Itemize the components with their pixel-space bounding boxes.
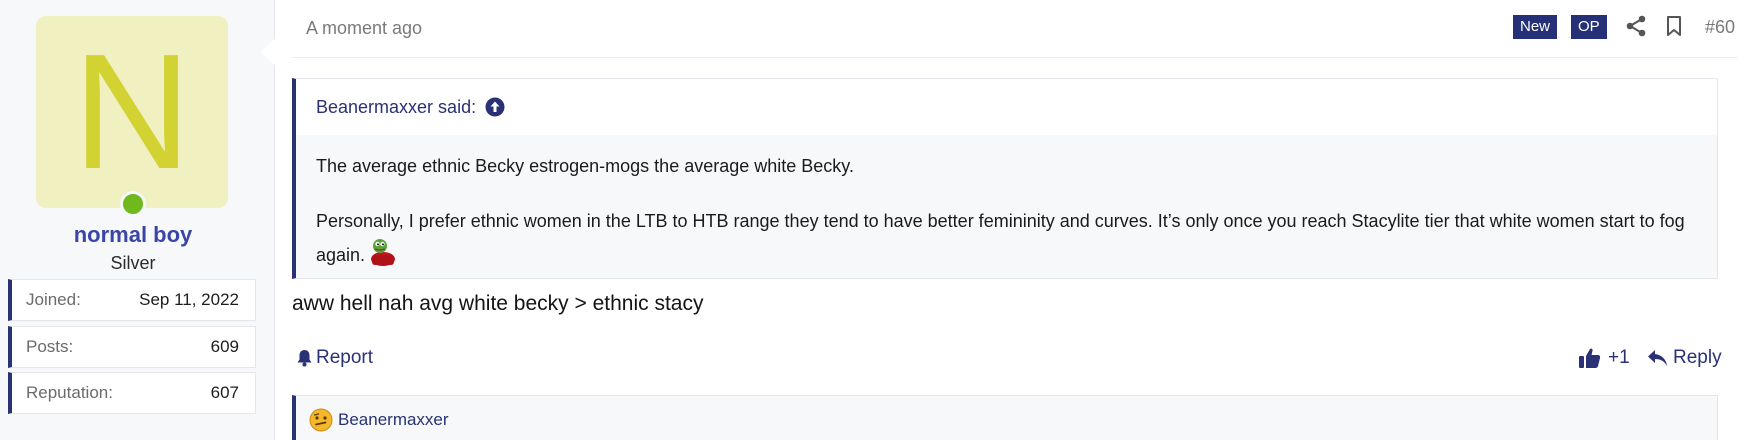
- avatar-letter: N: [72, 20, 192, 203]
- post-time-link[interactable]: A moment ago: [306, 18, 422, 39]
- like-count: +1: [1608, 347, 1630, 368]
- message-content: A moment ago New OP #60 Beanermaxxer sai…: [276, 0, 1757, 440]
- bell-icon: [297, 350, 312, 367]
- quote-block: Beanermaxxer said: The average ethnic Be…: [292, 78, 1718, 279]
- user-title: Silver: [110, 253, 156, 273]
- share-icon[interactable]: [1625, 15, 1647, 37]
- stat-label: Joined:: [26, 290, 81, 309]
- op-badge: OP: [1571, 15, 1607, 39]
- post-number-link[interactable]: #60: [1705, 17, 1735, 38]
- quote-attribution[interactable]: Beanermaxxer said:: [296, 79, 1717, 135]
- stat-value: Sep 11, 2022: [139, 290, 239, 309]
- quote-paragraph-text: Personally, I prefer ethnic women in the…: [316, 211, 1685, 265]
- reply-arrow-icon: [1648, 350, 1667, 366]
- message-attribution: A moment ago New OP #60: [292, 0, 1737, 58]
- quote-content: The average ethnic Becky estrogen-mogs t…: [296, 135, 1717, 271]
- bookmark-icon[interactable]: [1665, 15, 1683, 37]
- message-pointer-arrow: [260, 38, 276, 66]
- confused-face-icon: [309, 408, 333, 432]
- reactions-bar[interactable]: Beanermaxxer: [292, 395, 1718, 440]
- new-badge: New: [1513, 15, 1558, 39]
- quote-paragraph-2: Personally, I prefer ethnic women in the…: [316, 206, 1697, 271]
- stat-posts: Posts: 609: [8, 326, 256, 368]
- online-status-indicator: [120, 191, 146, 217]
- stat-label: Reputation:: [26, 383, 113, 402]
- reaction-user-link[interactable]: Beanermaxxer: [338, 410, 449, 430]
- stat-joined: Joined: Sep 11, 2022: [8, 279, 256, 321]
- arrow-up-circle-icon[interactable]: [485, 97, 505, 117]
- username-link[interactable]: normal boy: [0, 222, 266, 248]
- message-body: aww hell nah avg white becky > ethnic st…: [292, 292, 704, 315]
- report-button[interactable]: Report: [296, 347, 373, 369]
- quote-author[interactable]: Beanermaxxer said:: [316, 97, 476, 118]
- stat-label: Posts:: [26, 337, 74, 356]
- stat-value: 609: [210, 337, 239, 356]
- user-info-panel: N normal boy Silver Joined: Sep 11, 2022…: [0, 0, 276, 440]
- reply-label: Reply: [1673, 347, 1722, 368]
- stat-value: 607: [210, 383, 239, 402]
- like-button[interactable]: +1: [1578, 347, 1630, 369]
- stat-reputation: Reputation: 607: [8, 372, 256, 414]
- report-label: Report: [316, 347, 374, 368]
- reply-button[interactable]: Reply: [1647, 347, 1722, 369]
- pepe-emoji-icon: [371, 239, 396, 266]
- avatar[interactable]: N: [36, 16, 228, 208]
- thumbs-up-icon: [1579, 348, 1601, 368]
- quote-paragraph: The average ethnic Becky estrogen-mogs t…: [316, 156, 854, 176]
